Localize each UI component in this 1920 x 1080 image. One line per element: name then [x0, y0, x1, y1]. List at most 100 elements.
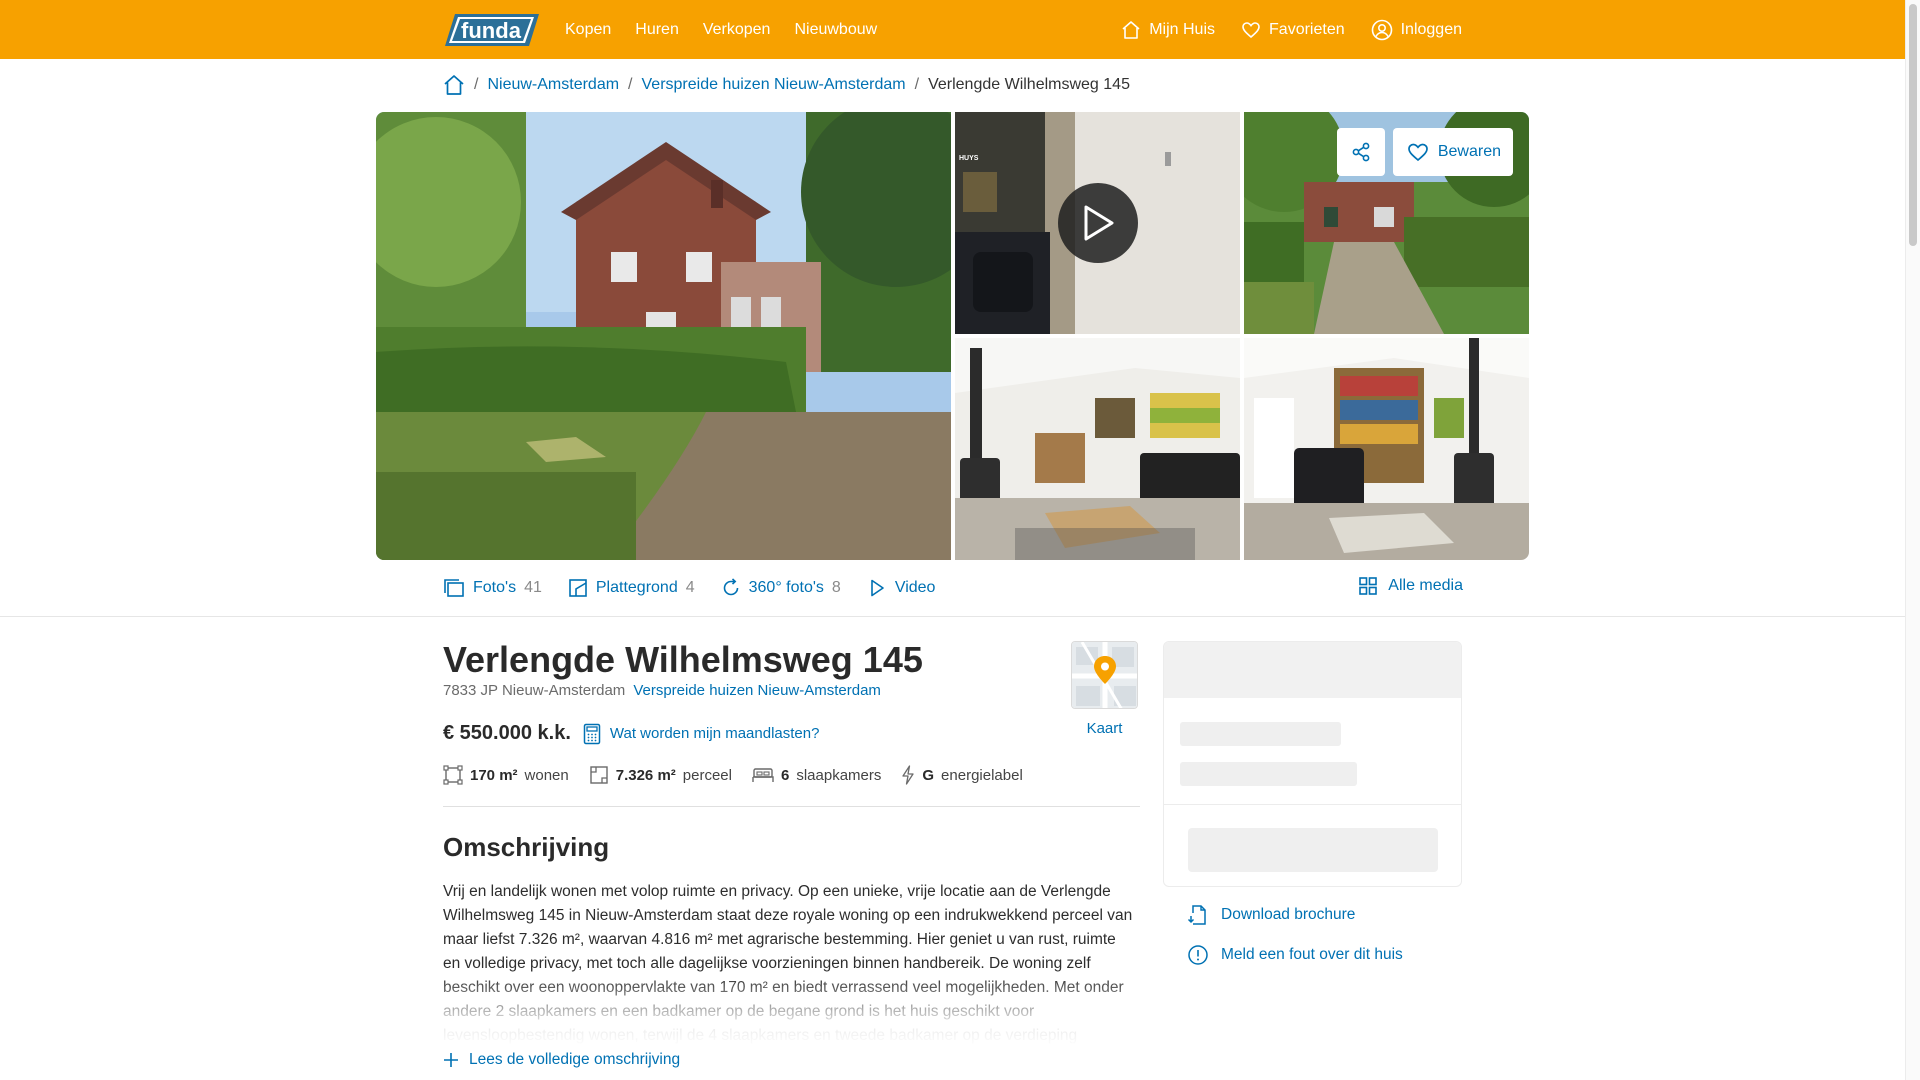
heart-icon — [1242, 21, 1260, 38]
funda-logo[interactable]: funda — [443, 12, 541, 48]
share-button[interactable] — [1336, 128, 1385, 176]
video-label: Video — [894, 579, 936, 596]
description-heading: Omschrijving — [443, 832, 610, 862]
nav-huren[interactable]: Huren — [635, 21, 679, 39]
document-download-icon — [1187, 905, 1206, 925]
living-room-photo[interactable] — [955, 338, 1240, 560]
calculator-icon — [583, 723, 601, 744]
top-navigation-bar: funda Kopen Huren Verkopen Nieuwbouw Mij… — [0, 0, 1905, 59]
skeleton-line — [1180, 722, 1341, 746]
download-brochure-label: Download brochure — [1221, 906, 1356, 923]
skeleton-button — [1188, 828, 1438, 872]
photo-actions: Bewaren — [1336, 128, 1513, 176]
plot-area-label: perceel — [682, 766, 732, 784]
play-icon — [871, 579, 884, 597]
all-media-label: Alle media — [1388, 577, 1463, 594]
living-area-value: 170 m² — [470, 766, 518, 784]
postal-code: 7833 JP Nieuw-Amsterdam — [443, 682, 626, 699]
svg-text:HUYS: HUYS — [959, 155, 979, 162]
report-error-label: Meld een fout over dit huis — [1221, 946, 1403, 963]
key-features: 170 m² wonen 7.326 m² perceel 6 slaapkam… — [443, 765, 1023, 785]
page-scrollbar[interactable] — [1905, 0, 1920, 1080]
mijn-huis-label: Mijn Huis — [1149, 20, 1216, 38]
main-photo[interactable] — [376, 112, 951, 560]
video-thumbnail[interactable]: HUYS — [955, 112, 1240, 334]
read-more-label: Lees de volledige omschrijving — [469, 1051, 681, 1068]
listing-price: € 550.000 k.k. — [443, 722, 571, 744]
living-area-label: wonen — [524, 766, 569, 784]
report-error-link[interactable]: Meld een fout over dit huis — [1187, 943, 1403, 967]
study-room-photo[interactable] — [1244, 338, 1529, 560]
home-icon[interactable] — [443, 74, 465, 96]
photos-tab[interactable]: Foto's 41 — [443, 578, 542, 598]
nav-verkopen[interactable]: Verkopen — [703, 21, 771, 39]
mijn-huis-link[interactable]: Mijn Huis — [1121, 20, 1215, 40]
pano-tab[interactable]: 360° foto's 8 — [721, 578, 841, 598]
nav-nieuwbouw[interactable]: Nieuwbouw — [794, 21, 877, 39]
sidebar-links: Download brochure Meld een fout over dit… — [1187, 903, 1403, 983]
monthly-costs-link[interactable]: Wat worden mijn maandlasten? — [583, 723, 820, 745]
floorplan-label: Plattegrond — [595, 579, 678, 596]
feature-living-area: 170 m² wonen — [443, 765, 569, 785]
agent-card-loading — [1163, 641, 1462, 887]
read-more-button[interactable]: Lees de volledige omschrijving — [443, 1051, 680, 1069]
inloggen-label: Inloggen — [1400, 20, 1462, 38]
monthly-costs-label: Wat worden mijn maandlasten? — [609, 725, 820, 742]
rotate-360-icon — [723, 578, 738, 596]
bedrooms-value: 6 — [780, 766, 790, 784]
lightning-icon — [902, 765, 915, 785]
description-fade — [443, 975, 1143, 1047]
breadcrumb-nieuw-amsterdam[interactable]: Nieuw-Amsterdam — [487, 76, 619, 94]
plot-area-value: 7.326 m² — [615, 766, 676, 784]
area-link[interactable]: Verspreide huizen Nieuw-Amsterdam — [633, 682, 881, 699]
floorplan-icon — [569, 579, 587, 597]
save-label: Bewaren — [1437, 143, 1501, 160]
svg-text:funda: funda — [461, 18, 522, 43]
floorplan-count: 4 — [685, 579, 695, 596]
video-tab[interactable]: Video — [867, 578, 936, 598]
skeleton-line — [1180, 762, 1357, 786]
photos-count: 41 — [524, 579, 542, 596]
card-header-skeleton — [1164, 642, 1461, 698]
inloggen-link[interactable]: Inloggen — [1371, 19, 1462, 41]
feature-bedrooms: 6 slaapkamers — [752, 766, 881, 784]
map-link[interactable]: Kaart — [1071, 720, 1138, 737]
share-icon — [1352, 142, 1370, 162]
main-nav: Kopen Huren Verkopen Nieuwbouw — [565, 0, 877, 59]
photos-label: Foto's — [473, 579, 517, 596]
pano-label: 360° foto's — [748, 579, 824, 596]
features-divider — [443, 806, 1140, 807]
info-alert-icon — [1188, 945, 1208, 965]
favorieten-link[interactable]: Favorieten — [1241, 20, 1345, 40]
save-favorite-button[interactable]: Bewaren — [1392, 128, 1513, 176]
breadcrumb-verspreide-huizen[interactable]: Verspreide huizen Nieuw-Amsterdam — [642, 76, 906, 94]
user-icon — [1371, 19, 1392, 40]
breadcrumb-separator: / — [474, 76, 479, 93]
media-tabs: Foto's 41 Plattegrond 4 360° foto's 8 Vi… — [443, 576, 1463, 600]
user-nav: Mijn Huis Favorieten Inloggen — [1121, 0, 1462, 59]
photo-gallery: HUYS Bewaren — [376, 112, 1529, 560]
exterior-photo[interactable]: Bewaren — [1244, 112, 1529, 334]
card-divider — [1164, 804, 1461, 805]
energy-label-value: G — [922, 766, 935, 784]
feature-plot-area: 7.326 m² perceel — [589, 765, 732, 785]
scrollbar-thumb[interactable] — [1909, 4, 1917, 246]
play-video-button[interactable] — [1058, 183, 1138, 263]
play-icon — [1084, 205, 1114, 241]
breadcrumb: / Nieuw-Amsterdam / Verspreide huizen Ni… — [443, 73, 1130, 97]
feature-energy-label: G energielabel — [901, 765, 1023, 785]
living-area-icon — [443, 765, 463, 785]
favorieten-label: Favorieten — [1269, 20, 1345, 38]
listing-location: 7833 JP Nieuw-Amsterdam Verspreide huize… — [443, 682, 881, 699]
bedrooms-label: slaapkamers — [796, 766, 882, 784]
map-thumbnail[interactable] — [1071, 641, 1138, 709]
heart-icon — [1407, 143, 1428, 162]
photos-icon — [444, 579, 464, 597]
floorplan-tab[interactable]: Plattegrond 4 — [568, 578, 695, 598]
price-line: € 550.000 k.k. Wat worden mijn maandlast… — [443, 722, 819, 745]
breadcrumb-current: Verlengde Wilhelmsweg 145 — [928, 76, 1130, 93]
download-brochure-link[interactable]: Download brochure — [1187, 903, 1403, 927]
section-divider — [0, 616, 1905, 617]
all-media-button[interactable]: Alle media — [1358, 576, 1463, 596]
nav-kopen[interactable]: Kopen — [565, 21, 611, 39]
